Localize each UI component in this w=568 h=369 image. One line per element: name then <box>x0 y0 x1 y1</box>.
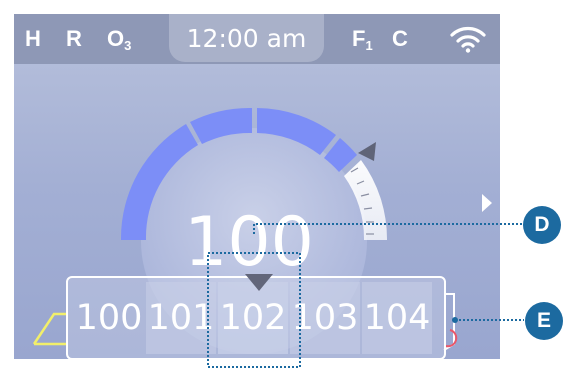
callout-badge-e: E <box>525 302 563 340</box>
callout-badge-d: D <box>523 206 561 244</box>
callout-lines <box>207 223 524 368</box>
